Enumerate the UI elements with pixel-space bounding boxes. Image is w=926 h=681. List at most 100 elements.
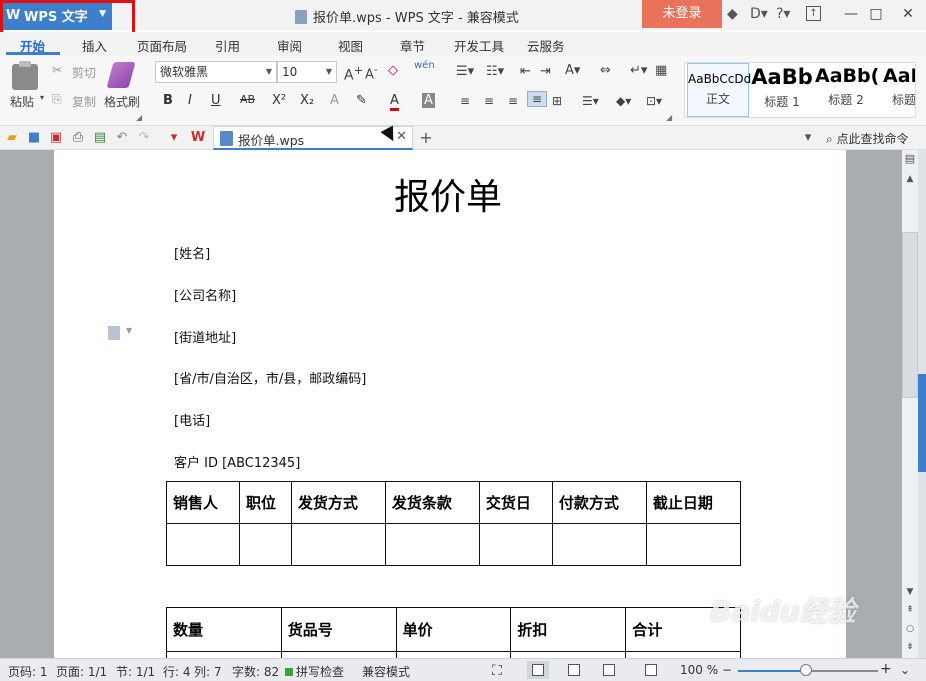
select-browse-icon[interactable]: ○ bbox=[902, 624, 918, 634]
align-left-icon[interactable]: ≡ bbox=[460, 94, 470, 108]
font-color-icon[interactable]: A bbox=[390, 93, 399, 111]
show-marks-icon[interactable]: ↵▾ bbox=[630, 63, 647, 78]
table-header-cell[interactable]: 截止日期 bbox=[645, 481, 742, 524]
field-region[interactable]: [省/市/自治区，市/县，邮政编码] bbox=[174, 368, 366, 387]
upload-icon[interactable]: ↑ bbox=[806, 6, 821, 21]
maximize-icon[interactable]: □ bbox=[866, 4, 886, 24]
tab-references[interactable]: 引用 bbox=[215, 36, 240, 55]
document-page[interactable]: 报价单 [姓名] [公司名称] ▼ [街道地址] [省/市/自治区，市/县，邮政… bbox=[54, 150, 846, 658]
panel-toggle-icon[interactable]: ▾ bbox=[800, 130, 816, 146]
feedback-icon[interactable]: D▾ bbox=[750, 6, 768, 22]
command-search[interactable]: ⌕ 点此查找命令 bbox=[826, 130, 909, 147]
table-header-cell[interactable]: 货品号 bbox=[280, 607, 397, 652]
spell-check-toggle[interactable]: 拼写检查 bbox=[285, 663, 344, 680]
tab-cloud[interactable]: 云服务 bbox=[527, 36, 565, 55]
scroll-down-icon[interactable]: ▼ bbox=[902, 587, 918, 597]
prev-page-icon[interactable]: ⇞ bbox=[902, 605, 918, 615]
strikethrough-icon[interactable]: AB bbox=[240, 93, 255, 106]
scroll-up-icon[interactable]: ▲ bbox=[902, 174, 918, 184]
split-view-icon[interactable]: ▤ bbox=[902, 152, 918, 165]
underline-icon[interactable]: U bbox=[211, 93, 221, 108]
shading-icon[interactable]: ◆▾ bbox=[616, 94, 631, 108]
change-case-icon[interactable]: A▾ bbox=[565, 63, 580, 78]
table-cell[interactable] bbox=[478, 523, 553, 566]
field-street[interactable]: [街道地址] bbox=[174, 327, 236, 346]
wps-menu-button[interactable]: W WPS 文字 ▼ bbox=[0, 0, 112, 30]
field-customer-id[interactable]: 客户 ID [ABC12345] bbox=[174, 452, 300, 471]
font-name-select[interactable]: 微软雅黑 ▼ bbox=[155, 61, 277, 83]
tab-view[interactable]: 视图 bbox=[338, 36, 363, 55]
clipboard-dialog-icon[interactable]: ◢ bbox=[136, 113, 142, 122]
status-col[interactable]: 列: 7 bbox=[194, 663, 222, 680]
open-folder-icon[interactable]: ▰ bbox=[4, 130, 20, 146]
pinyin-icon[interactable]: wén bbox=[414, 60, 435, 71]
style-heading[interactable]: AaB 标题 bbox=[879, 63, 915, 117]
table-header-cell[interactable]: 付款方式 bbox=[551, 481, 647, 524]
table-cell[interactable] bbox=[645, 523, 742, 566]
numbered-list-icon[interactable]: ☷▾ bbox=[486, 64, 504, 79]
superscript-icon[interactable]: X² bbox=[272, 93, 286, 108]
char-shading-icon[interactable]: A bbox=[422, 93, 435, 108]
bullet-list-icon[interactable]: ☰▾ bbox=[456, 64, 474, 79]
save-icon[interactable]: ■ bbox=[26, 130, 42, 146]
copy-button[interactable]: 复制 bbox=[72, 93, 96, 110]
decrease-indent-icon[interactable]: ⇤ bbox=[520, 64, 531, 79]
font-size-select[interactable]: 10 ▼ bbox=[277, 61, 337, 83]
table-cell[interactable] bbox=[384, 523, 480, 566]
style-normal[interactable]: AaBbCcDd 正文 bbox=[687, 63, 751, 117]
print-icon[interactable]: ⎙ bbox=[70, 130, 86, 146]
table-cell[interactable] bbox=[290, 523, 386, 566]
tab-insert[interactable]: 插入 bbox=[82, 36, 107, 55]
zoom-level[interactable]: 100 % bbox=[680, 663, 718, 677]
login-button[interactable]: 未登录 bbox=[642, 0, 722, 28]
italic-icon[interactable]: I bbox=[188, 93, 192, 108]
table-header-cell[interactable]: 职位 bbox=[238, 481, 292, 524]
subscript-icon[interactable]: X₂ bbox=[300, 93, 314, 108]
customize-icon[interactable]: ▾ bbox=[166, 130, 182, 146]
export-pdf-icon[interactable]: ▣ bbox=[48, 130, 64, 146]
cut-button[interactable]: 剪切 bbox=[72, 64, 96, 81]
table-header-cell[interactable]: 发货方式 bbox=[290, 481, 386, 524]
scrollbar-thumb[interactable] bbox=[902, 232, 918, 398]
paste-icon[interactable] bbox=[12, 61, 38, 90]
side-panel-tab[interactable] bbox=[918, 374, 926, 472]
grow-font-icon[interactable]: A+ bbox=[344, 63, 363, 84]
border-icon[interactable]: ⊡▾ bbox=[646, 94, 662, 108]
clear-format-icon[interactable]: ◇ bbox=[388, 63, 398, 78]
field-name[interactable]: [姓名] bbox=[174, 243, 210, 262]
new-tab-icon[interactable]: + bbox=[418, 130, 434, 146]
text-effect-icon[interactable]: A bbox=[330, 93, 339, 108]
justify-icon[interactable]: ≡ bbox=[527, 91, 548, 107]
status-words[interactable]: 字数: 82 bbox=[232, 663, 279, 680]
chevron-down-icon[interactable]: ▼ bbox=[99, 9, 106, 19]
next-page-icon[interactable]: ⇟ bbox=[902, 642, 918, 652]
table-cell[interactable] bbox=[238, 523, 292, 566]
table-header-cell[interactable]: 销售人 bbox=[166, 481, 240, 524]
zoom-out-icon[interactable]: − bbox=[722, 663, 732, 677]
chinese-layout-icon[interactable]: ⇔ bbox=[600, 63, 611, 78]
line-spacing-icon[interactable]: ☰▾ bbox=[582, 94, 599, 108]
tab-review[interactable]: 审阅 bbox=[277, 36, 302, 55]
table-header-cell[interactable]: 交货日 bbox=[478, 481, 553, 524]
page-view-button[interactable] bbox=[527, 661, 549, 679]
style-heading-2[interactable]: AaBb( 标题 2 bbox=[815, 63, 879, 117]
outline-view-button[interactable] bbox=[563, 661, 585, 679]
bold-icon[interactable]: B bbox=[163, 93, 173, 108]
shrink-font-icon[interactable]: A- bbox=[365, 63, 378, 82]
status-page[interactable]: 页码: 1 bbox=[8, 663, 48, 680]
increase-indent-icon[interactable]: ⇥ bbox=[540, 64, 551, 79]
align-right-icon[interactable]: ≡ bbox=[508, 94, 518, 108]
format-painter-icon[interactable] bbox=[106, 62, 136, 88]
table-header-cell[interactable]: 单价 bbox=[395, 607, 512, 652]
table-header-cell[interactable]: 数量 bbox=[166, 607, 282, 652]
table-header-cell[interactable]: 折扣 bbox=[510, 607, 627, 652]
table-cell[interactable] bbox=[551, 523, 647, 566]
reading-view-button[interactable] bbox=[640, 661, 662, 679]
web-view-button[interactable] bbox=[598, 661, 620, 679]
skin-icon[interactable]: ◆ bbox=[727, 6, 738, 22]
zoom-slider-thumb[interactable] bbox=[800, 664, 812, 676]
redo-icon[interactable]: ↷ bbox=[136, 130, 152, 146]
vertical-scrollbar[interactable] bbox=[902, 150, 918, 658]
status-row[interactable]: 行: 4 bbox=[163, 663, 191, 680]
align-center-icon[interactable]: ≡ bbox=[484, 94, 494, 108]
